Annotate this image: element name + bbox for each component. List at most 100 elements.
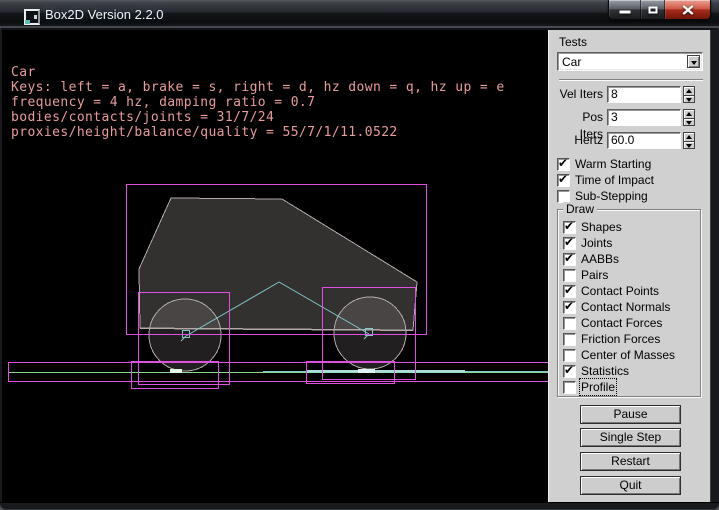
triangle-up-icon xyxy=(686,112,692,116)
sub-stepping-checkbox-label: Sub-Stepping xyxy=(575,189,648,203)
triangle-down-icon xyxy=(686,98,692,102)
vel-iters-label: Vel Iters xyxy=(557,86,607,104)
control-panel: Tests Car Vel Iters8Pos Iters3Hertz60.0 … xyxy=(548,30,710,502)
checkmark-icon: ✔ xyxy=(564,363,574,377)
tests-dropdown-button[interactable] xyxy=(687,55,700,68)
titlebar[interactable]: Box2D Version 2.2.0 xyxy=(0,0,719,28)
checkmark-icon: ✔ xyxy=(564,283,574,297)
pos-iters-spinner-up-button[interactable] xyxy=(683,109,695,118)
statistics-checkbox-label: Statistics xyxy=(581,364,629,378)
aabbs-checkbox-box[interactable]: ✔ xyxy=(563,253,576,266)
canvas-info-line: proxies/height/balance/quality = 55/7/1/… xyxy=(11,125,505,140)
draw-group-title: Draw xyxy=(563,202,597,216)
checkbox-warm-starting[interactable]: ✔ Warm Starting xyxy=(557,157,651,171)
restart-button[interactable]: Restart xyxy=(580,452,681,471)
checkbox-profile[interactable]: Profile xyxy=(563,380,615,394)
checkbox-contact-points[interactable]: ✔ Contact Points xyxy=(563,284,659,298)
pos-iters-row: Pos Iters3 xyxy=(557,109,705,127)
hertz-field[interactable]: 60.0 xyxy=(607,132,681,149)
contact-normals-checkbox-box[interactable]: ✔ xyxy=(563,301,576,314)
app-icon xyxy=(24,9,40,25)
hertz-spinner xyxy=(683,132,695,149)
checkmark-icon: ✔ xyxy=(564,219,574,233)
hertz-label: Hertz xyxy=(557,132,607,150)
caption-button-group xyxy=(608,0,711,20)
minimize-button[interactable] xyxy=(609,0,641,19)
vel-iters-field[interactable]: 8 xyxy=(607,86,681,103)
shapes-checkbox-box[interactable]: ✔ xyxy=(563,221,576,234)
joints-checkbox-box[interactable]: ✔ xyxy=(563,237,576,250)
profile-checkbox-box[interactable] xyxy=(563,381,576,394)
pairs-checkbox-box[interactable] xyxy=(563,269,576,282)
canvas-info-text: CarKeys: left = a, brake = s, right = d,… xyxy=(11,65,505,140)
quit-button[interactable]: Quit xyxy=(580,476,681,495)
time-of-impact-checkbox-box[interactable]: ✔ xyxy=(557,174,570,187)
tests-dropdown[interactable]: Car xyxy=(557,52,703,71)
hertz-spinner-down-button[interactable] xyxy=(683,141,695,149)
triangle-up-icon xyxy=(686,89,692,93)
panel-separator xyxy=(559,79,703,81)
contact-points-checkbox-label: Contact Points xyxy=(581,284,659,298)
vel-iters-spinner xyxy=(683,86,695,103)
checkbox-contact-normals[interactable]: ✔Contact Normals xyxy=(563,300,670,314)
close-button[interactable] xyxy=(665,0,710,19)
statistics-checkbox-box[interactable]: ✔ xyxy=(563,365,576,378)
contact-points-checkbox-box[interactable]: ✔ xyxy=(563,285,576,298)
checkbox-shapes[interactable]: ✔ Shapes xyxy=(563,220,622,234)
app-icon-teal-pixel xyxy=(25,20,30,24)
pos-iters-spinner-down-button[interactable] xyxy=(683,118,695,126)
checkbox-time-of-impact[interactable]: ✔ Time of Impact xyxy=(557,173,654,187)
window-frame-right xyxy=(710,30,719,502)
close-icon xyxy=(682,5,693,14)
center-of-masses-checkbox-box[interactable] xyxy=(563,349,576,362)
window-title: Box2D Version 2.2.0 xyxy=(45,7,164,22)
checkbox-pairs[interactable]: Pairs xyxy=(563,268,608,282)
profile-checkbox-label: Profile xyxy=(581,380,615,394)
checkbox-friction-forces[interactable]: Friction Forces xyxy=(563,332,660,346)
checkbox-contact-forces[interactable]: Contact Forces xyxy=(563,316,662,330)
checkmark-icon: ✔ xyxy=(564,251,574,265)
maximize-icon xyxy=(648,6,657,13)
time-of-impact-checkbox-label: Time of Impact xyxy=(575,173,654,187)
checkbox-center-of-masses[interactable]: Center of Masses xyxy=(563,348,675,362)
checkbox-statistics[interactable]: ✔ Statistics xyxy=(563,364,629,378)
checkbox-aabbs[interactable]: ✔AABBs xyxy=(563,252,619,266)
maximize-button[interactable] xyxy=(641,0,665,19)
contact-point-front xyxy=(358,369,375,373)
tests-dropdown-value: Car xyxy=(562,55,581,69)
physics-canvas[interactable]: CarKeys: left = a, brake = s, right = d,… xyxy=(3,30,548,502)
pos-iters-field[interactable]: 3 xyxy=(607,109,681,126)
contact-forces-checkbox-box[interactable] xyxy=(563,317,576,330)
joints-checkbox-label: Joints xyxy=(581,236,612,250)
contact-forces-checkbox-label: Contact Forces xyxy=(581,316,662,330)
center-of-masses-checkbox-label: Center of Masses xyxy=(581,348,675,362)
vel-iters-spinner-up-button[interactable] xyxy=(683,86,695,95)
pos-iters-label: Pos Iters xyxy=(557,109,607,127)
app-window: Box2D Version 2.2.0 xyxy=(0,0,719,510)
checkbox-joints[interactable]: ✔ Joints xyxy=(563,236,612,250)
friction-forces-checkbox-box[interactable] xyxy=(563,333,576,346)
triangle-up-icon xyxy=(686,135,692,139)
checkbox-sub-stepping[interactable]: Sub-Stepping xyxy=(557,189,648,203)
single-step-button[interactable]: Single Step xyxy=(580,428,681,447)
pos-iters-spinner xyxy=(683,109,695,126)
warm-starting-checkbox-box[interactable]: ✔ xyxy=(557,158,570,171)
window-frame-bottom xyxy=(0,502,719,510)
hertz-row: Hertz60.0 xyxy=(557,132,705,150)
canvas-info-line: frequency = 4 hz, damping ratio = 0.7 xyxy=(11,95,505,110)
checkmark-icon: ✔ xyxy=(564,235,574,249)
triangle-down-icon xyxy=(686,121,692,125)
checkmark-icon: ✔ xyxy=(558,156,568,170)
chevron-down-icon xyxy=(691,61,697,65)
sub-stepping-checkbox-box[interactable] xyxy=(557,190,570,203)
vel-iters-spinner-down-button[interactable] xyxy=(683,95,695,103)
tests-label: Tests xyxy=(559,35,587,49)
shapes-checkbox-label: Shapes xyxy=(581,220,622,234)
hertz-spinner-up-button[interactable] xyxy=(683,132,695,141)
checkmark-icon: ✔ xyxy=(558,172,568,186)
front-wheel xyxy=(334,297,406,369)
pause-button[interactable]: Pause xyxy=(580,405,681,424)
minimize-icon xyxy=(619,10,630,13)
warm-starting-checkbox-label: Warm Starting xyxy=(575,157,651,171)
app-icon-dot xyxy=(34,15,37,19)
